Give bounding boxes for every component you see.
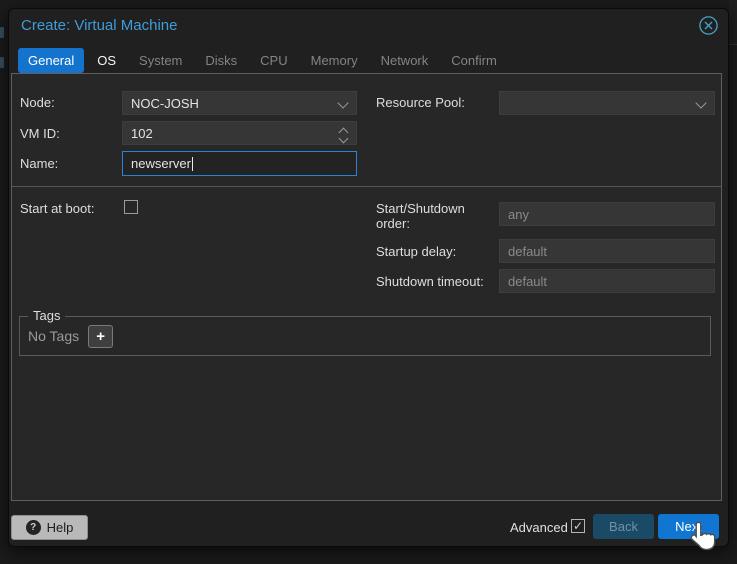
tab-disks: Disks <box>205 52 238 68</box>
chevron-down-icon <box>695 97 707 109</box>
shutdown-timeout-input[interactable]: default <box>499 269 715 293</box>
screen: Create: Virtual Machine General OS Syste… <box>0 0 737 564</box>
dialog-title: Create: Virtual Machine <box>21 17 178 34</box>
name-value: newserver <box>131 156 191 171</box>
background-artifact <box>729 0 737 45</box>
background-artifact <box>0 27 4 38</box>
background-artifact <box>0 57 4 68</box>
shutdown-timeout-label: Shutdown timeout: <box>376 274 484 289</box>
wizard-tab-bar: General OS System Disks CPU Memory Netwo… <box>18 47 510 73</box>
shutdown-timeout-placeholder: default <box>508 273 548 289</box>
vm-id-stepper[interactable]: 102 <box>122 121 357 145</box>
tags-fieldset: Tags No Tags + <box>19 308 711 356</box>
startup-order-input[interactable]: any <box>499 202 715 226</box>
chevron-down-icon[interactable] <box>338 133 349 144</box>
help-button[interactable]: ? Help <box>11 515 88 540</box>
start-at-boot-label: Start at boot: <box>20 201 95 216</box>
name-input[interactable]: newserver <box>122 151 357 176</box>
resource-pool-select[interactable] <box>499 91 715 115</box>
node-select[interactable]: NOC-JOSH <box>122 91 357 115</box>
close-button[interactable] <box>698 15 719 36</box>
resource-pool-label: Resource Pool: <box>376 95 465 110</box>
tab-memory: Memory <box>310 52 358 68</box>
tab-os[interactable]: OS <box>87 48 126 73</box>
tab-cpu: CPU <box>260 52 288 68</box>
section-divider <box>12 186 721 187</box>
startup-order-placeholder: any <box>508 206 529 222</box>
start-at-boot-checkbox[interactable] <box>124 200 138 214</box>
add-tag-button[interactable]: + <box>88 324 114 348</box>
advanced-checkbox[interactable]: ✓ <box>571 519 585 533</box>
node-value: NOC-JOSH <box>131 95 199 111</box>
startup-delay-label: Startup delay: <box>376 244 457 259</box>
form-panel: Node: NOC-JOSH Resource Pool: VM ID: 102… <box>11 73 722 501</box>
text-caret <box>191 156 193 171</box>
vm-id-value: 102 <box>131 125 153 141</box>
startup-delay-placeholder: default <box>508 243 548 259</box>
next-button[interactable]: Next <box>658 514 719 539</box>
no-tags-label: No Tags <box>28 328 80 344</box>
tags-legend: Tags <box>28 308 66 323</box>
startup-order-label: Start/Shutdown order: <box>376 201 465 231</box>
node-label: Node: <box>20 95 55 110</box>
check-icon: ✓ <box>572 519 584 533</box>
plus-icon: + <box>96 327 105 345</box>
help-icon: ? <box>25 520 41 535</box>
close-icon <box>699 16 718 35</box>
chevron-down-icon <box>337 97 349 109</box>
create-vm-dialog: Create: Virtual Machine General OS Syste… <box>8 8 729 547</box>
help-button-label: Help <box>46 520 74 535</box>
advanced-label: Advanced <box>510 520 568 535</box>
vm-id-label: VM ID: <box>20 126 60 141</box>
tab-confirm: Confirm <box>451 52 497 68</box>
tab-system: System <box>139 52 183 68</box>
back-button: Back <box>593 514 654 539</box>
tab-network: Network <box>380 52 429 68</box>
startup-delay-input[interactable]: default <box>499 239 715 263</box>
name-label: Name: <box>20 156 59 171</box>
tab-general[interactable]: General <box>18 47 85 73</box>
